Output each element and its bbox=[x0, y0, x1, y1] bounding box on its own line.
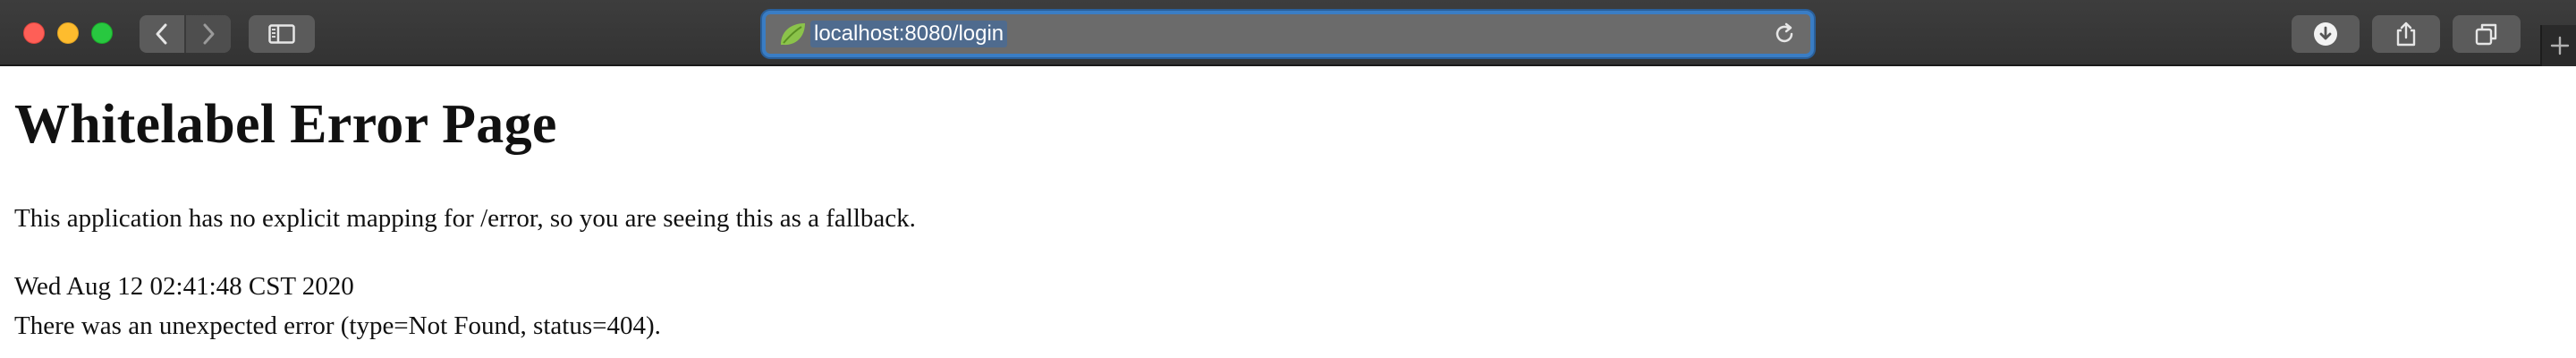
sidebar-button[interactable] bbox=[249, 15, 315, 53]
forward-button[interactable] bbox=[186, 15, 231, 53]
tab-overview-icon bbox=[2475, 23, 2497, 46]
window-minimize-button[interactable] bbox=[57, 22, 79, 44]
fallback-message: This application has no explicit mapping… bbox=[14, 204, 916, 233]
chevron-left-icon bbox=[156, 23, 167, 45]
navigation-buttons bbox=[140, 15, 231, 53]
back-button[interactable] bbox=[140, 15, 184, 53]
plus-icon bbox=[2550, 36, 2570, 55]
error-timestamp: Wed Aug 12 02:41:48 CST 2020 bbox=[14, 272, 354, 301]
chevron-right-icon bbox=[203, 23, 215, 45]
sidebar-icon bbox=[268, 24, 295, 44]
downloads-button[interactable] bbox=[2292, 15, 2360, 53]
download-icon bbox=[2314, 22, 2337, 46]
browser-toolbar: localhost:8080/login bbox=[0, 0, 2576, 66]
reload-icon[interactable] bbox=[1773, 22, 1796, 46]
window-zoom-button[interactable] bbox=[91, 22, 113, 44]
new-tab-button[interactable] bbox=[2540, 25, 2576, 66]
url-text[interactable]: localhost:8080/login bbox=[810, 21, 1008, 47]
error-details: There was an unexpected error (type=Not … bbox=[14, 311, 661, 340]
spring-leaf-icon bbox=[781, 23, 805, 46]
address-bar[interactable]: localhost:8080/login bbox=[762, 11, 1814, 57]
share-icon bbox=[2396, 21, 2416, 47]
tab-overview-button[interactable] bbox=[2453, 15, 2521, 53]
page-title: Whitelabel Error Page bbox=[14, 94, 557, 155]
window-close-button[interactable] bbox=[23, 22, 45, 44]
share-button[interactable] bbox=[2372, 15, 2440, 53]
